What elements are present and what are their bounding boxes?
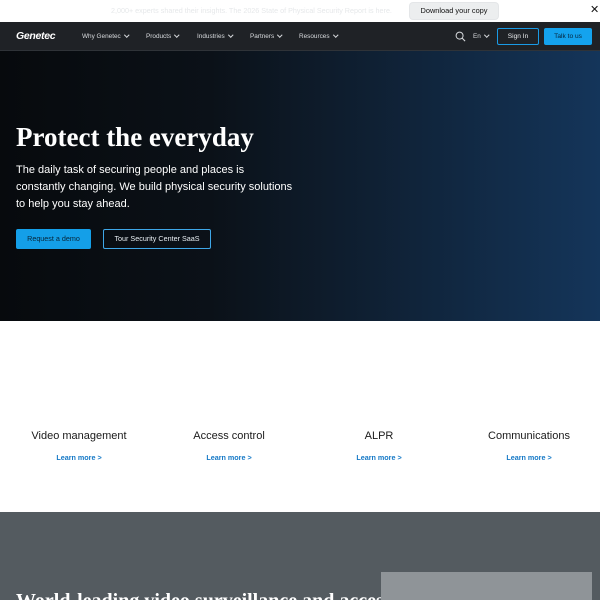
sign-in-button[interactable]: Sign In (497, 28, 539, 45)
product-card-access-control: Access control Learn more > (154, 430, 304, 462)
nav-item-label: Products (146, 33, 172, 40)
tour-saas-button[interactable]: Tour Security Center SaaS (103, 229, 211, 249)
language-selector[interactable]: En (473, 32, 490, 40)
product-card-communications: Communications Learn more > (454, 430, 600, 462)
product-card-video-management: Video management Learn more > (4, 430, 154, 462)
nav-item-label: Industries (197, 33, 225, 40)
chevron-down-icon (174, 32, 180, 38)
language-label: En (473, 33, 481, 40)
learn-more-link[interactable]: Learn more > (304, 453, 454, 462)
nav-item-resources[interactable]: Resources (299, 32, 338, 40)
feature-title: World-leading video surveillance and acc… (16, 590, 392, 612)
hero-subtitle: The daily task of securing people and pl… (16, 164, 293, 210)
main-nav: Genetec Why Genetec Products Industries … (0, 22, 600, 51)
announcement-bar: 2,000+ experts shared their insights. Th… (0, 0, 600, 22)
product-card-alpr: ALPR Learn more > (304, 430, 454, 462)
feature-image (381, 572, 592, 600)
nav-item-products[interactable]: Products (146, 32, 180, 40)
download-report-button[interactable]: Download your copy (410, 3, 498, 19)
products-section: Video management Learn more > Access con… (0, 321, 600, 512)
genetec-logo[interactable]: Genetec (16, 30, 56, 42)
chevron-down-icon (123, 32, 129, 38)
nav-item-partners[interactable]: Partners (250, 32, 283, 40)
product-title: ALPR (364, 430, 394, 442)
nav-item-label: Why Genetec (82, 33, 121, 40)
hero-title: Protect the everyday (16, 122, 254, 152)
nav-item-industries[interactable]: Industries (197, 32, 233, 40)
announcement-text: 2,000+ experts shared their insights. Th… (111, 6, 392, 15)
learn-more-link[interactable]: Learn more > (154, 453, 304, 462)
request-demo-button[interactable]: Request a demo (16, 229, 91, 249)
feature-section: World-leading video surveillance and acc… (0, 512, 600, 612)
learn-more-link[interactable]: Learn more > (4, 453, 154, 462)
nav-item-why-genetec[interactable]: Why Genetec (82, 32, 129, 40)
nav-item-label: Resources (299, 33, 330, 40)
talk-to-us-button[interactable]: Talk to us (544, 28, 592, 45)
product-title: Access control (193, 430, 265, 442)
chevron-down-icon (332, 32, 338, 38)
close-icon[interactable]: ✕ (590, 4, 600, 16)
chevron-down-icon (277, 32, 283, 38)
product-title: Communications (488, 430, 570, 442)
product-title: Video management (31, 430, 127, 442)
chevron-down-icon (227, 32, 233, 38)
hero-section: Protect the everyday The daily task of s… (0, 51, 600, 321)
search-icon[interactable] (455, 31, 466, 42)
learn-more-link[interactable]: Learn more > (454, 453, 600, 462)
nav-item-label: Partners (250, 33, 275, 40)
chevron-down-icon (484, 32, 490, 38)
